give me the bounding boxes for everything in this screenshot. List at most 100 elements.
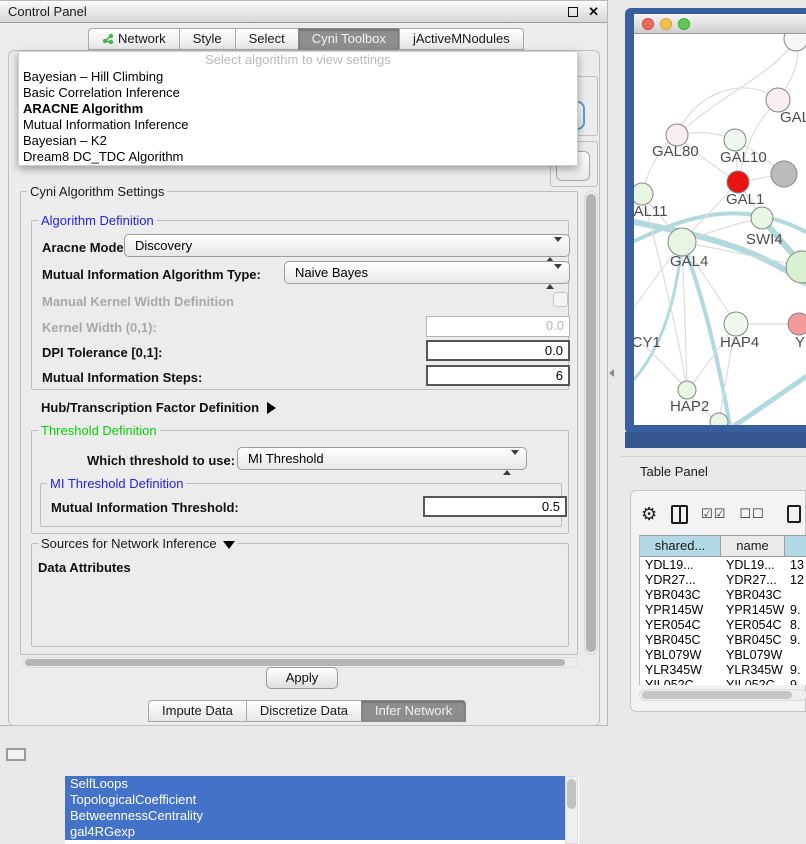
divider (620, 456, 806, 457)
network-node[interactable] (784, 34, 806, 51)
aracne-mode-label: Aracne Mode: (42, 240, 128, 255)
network-edge[interactable] (734, 374, 806, 425)
panel-divider-arrow-icon[interactable] (609, 369, 614, 377)
network-node-gal10[interactable] (724, 129, 746, 151)
network-node[interactable] (710, 413, 728, 425)
dropdown-item[interactable]: Basic Correlation Inference (19, 85, 577, 101)
dropdown-item[interactable]: Bayesian – Hill Climbing (19, 69, 577, 85)
network-edge[interactable] (677, 39, 796, 135)
mi-steps-field[interactable]: 6 (426, 365, 570, 386)
table-scrollbar-horizontal[interactable] (639, 689, 806, 701)
select-all-icon[interactable]: ☑☑ (701, 506, 726, 522)
minimized-panel-icon[interactable] (6, 748, 26, 761)
manual-kernel-label: Manual Kernel Width Definition (42, 294, 234, 309)
threshold-definition-group: Threshold Definition Which threshold to … (31, 430, 569, 534)
tab-select[interactable]: Select (235, 28, 298, 50)
network-node-gal4[interactable] (668, 228, 696, 256)
table-cell: YPR145W (640, 603, 721, 618)
table-cell: YBL079W (640, 648, 721, 663)
sources-group: Sources for Network Inference Data Attri… (31, 543, 569, 647)
network-node-gal1[interactable] (727, 171, 749, 193)
mi-threshold-field[interactable]: 0.5 (423, 496, 567, 517)
network-view-frame-base (625, 432, 806, 448)
kernel-width-field[interactable]: 0.0 (426, 316, 570, 337)
settings-scrollbar-vertical[interactable] (584, 191, 598, 655)
network-node[interactable] (771, 161, 797, 187)
kernel-width-label: Kernel Width (0,1): (42, 320, 157, 335)
hub-definition-toggle[interactable]: Hub/Transcription Factor Definition (41, 400, 276, 415)
table-row[interactable]: YER054CYER054C8. (640, 618, 806, 633)
table-row[interactable]: YBR045CYBR045C9. (640, 633, 806, 648)
attribute-item-selected[interactable]: gal4RGexp (65, 824, 565, 840)
minimize-window-icon[interactable] (660, 18, 672, 30)
node-label: Y (795, 334, 805, 351)
network-node[interactable] (786, 251, 806, 283)
which-threshold-value: MI Threshold (248, 451, 324, 466)
table-row[interactable]: YDL19...YDL19...13 (640, 558, 806, 573)
dropdown-item[interactable]: Dream8 DC_TDC Algorithm (19, 149, 577, 165)
data-attributes-list[interactable]: SelfLoopsTopologicalCoefficientBetweenne… (65, 776, 579, 844)
mi-type-combobox[interactable]: Naive Bayes (284, 261, 570, 284)
column-header-name[interactable]: name (721, 535, 785, 557)
table-cell (785, 648, 806, 663)
manual-kernel-checkbox[interactable] (553, 292, 568, 307)
network-node-hap4[interactable] (724, 312, 748, 336)
tab-infer-network[interactable]: Infer Network (361, 700, 466, 722)
which-threshold-label: Which threshold to use: (87, 453, 235, 468)
node-label: GAL10 (720, 149, 767, 166)
dpi-tolerance-field[interactable]: 0.0 (426, 340, 570, 361)
table-row[interactable]: YBL079WYBL079W (640, 648, 806, 663)
column-view-icon[interactable] (671, 505, 688, 524)
table-cell: YER054C (721, 618, 785, 633)
tab-style[interactable]: Style (179, 28, 235, 50)
tab-impute-data[interactable]: Impute Data (148, 700, 246, 722)
table-row[interactable]: YDR27...YDR27...12 (640, 573, 806, 588)
close-panel-icon[interactable]: ✕ (588, 7, 599, 17)
tab-cyni-toolbox[interactable]: Cyni Toolbox (298, 28, 399, 50)
attribute-item-selected[interactable]: TopologicalCoefficient (65, 792, 565, 808)
tab-label: Network (118, 31, 166, 46)
node-table[interactable]: shared... name A YDL19...YDL19...13YDR27… (639, 535, 806, 685)
mi-type-label: Mutual Information Algorithm Type: (42, 267, 261, 282)
table-row[interactable]: YLR345WYLR345W9. (640, 663, 806, 678)
dropdown-item[interactable]: Bayesian – K2 (19, 133, 577, 149)
tab-discretize-data[interactable]: Discretize Data (246, 700, 361, 722)
sources-title[interactable]: Sources for Network Inference (38, 536, 238, 551)
network-edge[interactable] (677, 88, 778, 135)
network-node-swi4[interactable] (751, 207, 773, 229)
column-header-shared-name[interactable]: shared... (640, 535, 721, 557)
attribute-item-selected[interactable]: BetweennessCentrality (65, 808, 565, 824)
new-column-icon[interactable] (787, 505, 801, 523)
table-row[interactable]: YIL052CYIL052C9. (640, 678, 806, 685)
expand-right-icon (267, 402, 276, 414)
data-attributes-label: Data Attributes (38, 560, 131, 575)
network-node-gal11[interactable] (634, 183, 653, 205)
zoom-window-icon[interactable] (678, 18, 690, 30)
network-canvas[interactable]: GALGAL80GAL10GAL1GAL11SWI4GAL4GCY1HAP4YH… (634, 34, 806, 425)
table-cell: 9. (785, 663, 806, 678)
which-threshold-combobox[interactable]: MI Threshold (237, 447, 527, 470)
network-node-y[interactable] (788, 313, 806, 335)
apply-button[interactable]: Apply (266, 667, 338, 689)
dropdown-item[interactable]: Mutual Information Inference (19, 117, 577, 133)
dropdown-item[interactable]: ARACNE Algorithm (19, 101, 577, 117)
tab-jactivemnodules[interactable]: jActiveMNodules (399, 28, 524, 50)
attributes-list-scrollbar[interactable] (565, 776, 578, 844)
table-row[interactable]: YBR043CYBR043C (640, 588, 806, 603)
gear-icon[interactable]: ⚙ (641, 505, 657, 523)
deselect-all-icon[interactable]: ☐☐ (739, 506, 764, 522)
table-cell: 9. (785, 633, 806, 648)
aracne-mode-combobox[interactable]: Discovery (124, 234, 570, 257)
dpi-tolerance-label: DPI Tolerance [0,1]: (42, 345, 162, 360)
node-label: GAL80 (652, 143, 699, 160)
column-header-clipped[interactable]: A (785, 535, 806, 557)
tab-network[interactable]: Network (88, 28, 179, 50)
network-node-hap2[interactable] (678, 381, 696, 399)
table-cell: 12 (785, 573, 806, 588)
float-panel-icon[interactable] (568, 7, 578, 17)
table-cell: YIL052C (721, 678, 785, 685)
attribute-item-selected[interactable]: SelfLoops (65, 776, 565, 792)
close-window-icon[interactable] (642, 18, 654, 30)
table-row[interactable]: YPR145WYPR145W9. (640, 603, 806, 618)
table-cell (785, 588, 806, 603)
